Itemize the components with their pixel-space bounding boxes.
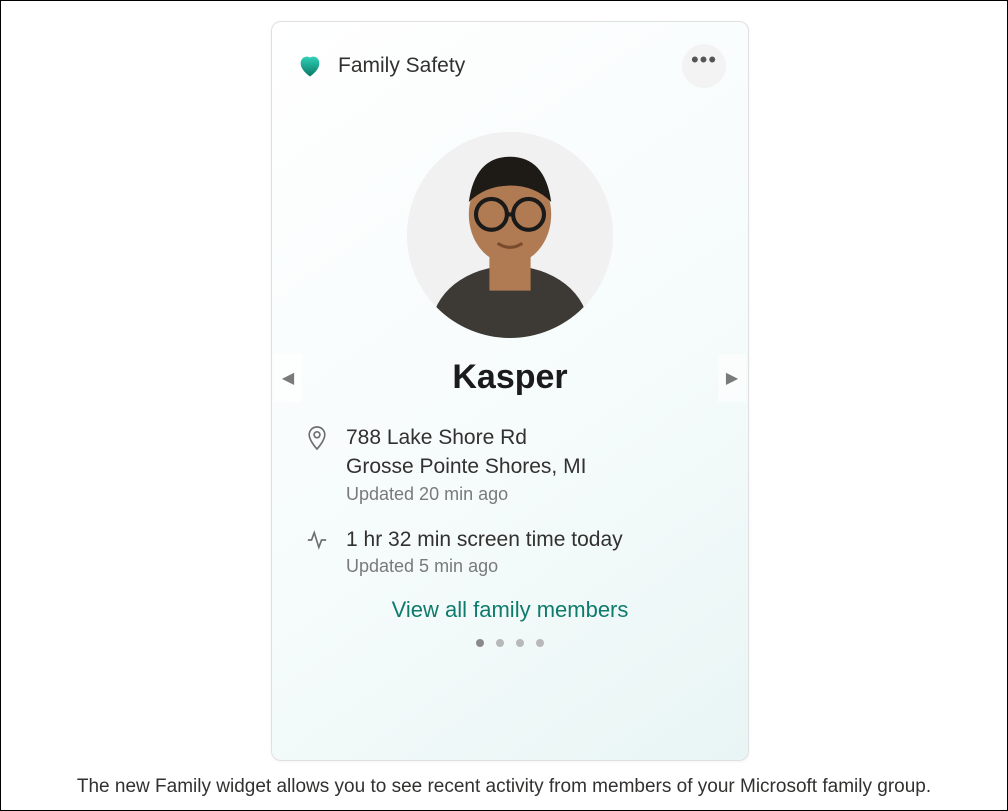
screen-time-text: 1 hr 32 min screen time today Updated 5 … bbox=[346, 525, 623, 577]
activity-pulse-icon bbox=[304, 525, 330, 577]
location-updated: Updated 20 min ago bbox=[346, 484, 586, 505]
pager-dot[interactable] bbox=[496, 639, 504, 647]
widget-title: Family Safety bbox=[338, 54, 465, 78]
heart-shield-icon bbox=[296, 52, 324, 80]
location-line2: Grosse Pointe Shores, MI bbox=[346, 452, 586, 481]
location-line1: 788 Lake Shore Rd bbox=[346, 423, 586, 452]
member-info-block: 788 Lake Shore Rd Grosse Pointe Shores, … bbox=[272, 397, 748, 577]
screen-time-row[interactable]: 1 hr 32 min screen time today Updated 5 … bbox=[304, 525, 718, 577]
screen-time-line1: 1 hr 32 min screen time today bbox=[346, 525, 623, 554]
widget-header-left: Family Safety bbox=[296, 52, 465, 80]
member-name: Kasper bbox=[272, 358, 748, 397]
pagination-dots bbox=[272, 639, 748, 647]
location-row[interactable]: 788 Lake Shore Rd Grosse Pointe Shores, … bbox=[304, 423, 718, 505]
next-member-button[interactable]: ▶ bbox=[718, 354, 746, 402]
previous-member-button[interactable]: ◀ bbox=[274, 354, 302, 402]
chevron-right-icon: ▶ bbox=[726, 368, 738, 388]
location-text: 788 Lake Shore Rd Grosse Pointe Shores, … bbox=[346, 423, 586, 505]
pager-dot[interactable] bbox=[476, 639, 484, 647]
member-avatar[interactable] bbox=[407, 132, 613, 338]
pager-dot[interactable] bbox=[516, 639, 524, 647]
widget-header: Family Safety ••• bbox=[272, 44, 748, 88]
view-all-family-link[interactable]: View all family members bbox=[392, 597, 629, 622]
avatar-container bbox=[272, 132, 748, 338]
pager-dot[interactable] bbox=[536, 639, 544, 647]
screen-time-updated: Updated 5 min ago bbox=[346, 556, 623, 577]
location-pin-icon bbox=[304, 423, 330, 505]
member-name-row: ◀ Kasper ▶ bbox=[272, 358, 748, 397]
more-options-button[interactable]: ••• bbox=[682, 44, 726, 88]
view-all-container: View all family members bbox=[272, 597, 748, 623]
chevron-left-icon: ◀ bbox=[282, 368, 294, 388]
family-safety-widget: Family Safety ••• ◀ Kasper ▶ bbox=[271, 21, 749, 761]
figure-caption: The new Family widget allows you to see … bbox=[1, 776, 1007, 798]
